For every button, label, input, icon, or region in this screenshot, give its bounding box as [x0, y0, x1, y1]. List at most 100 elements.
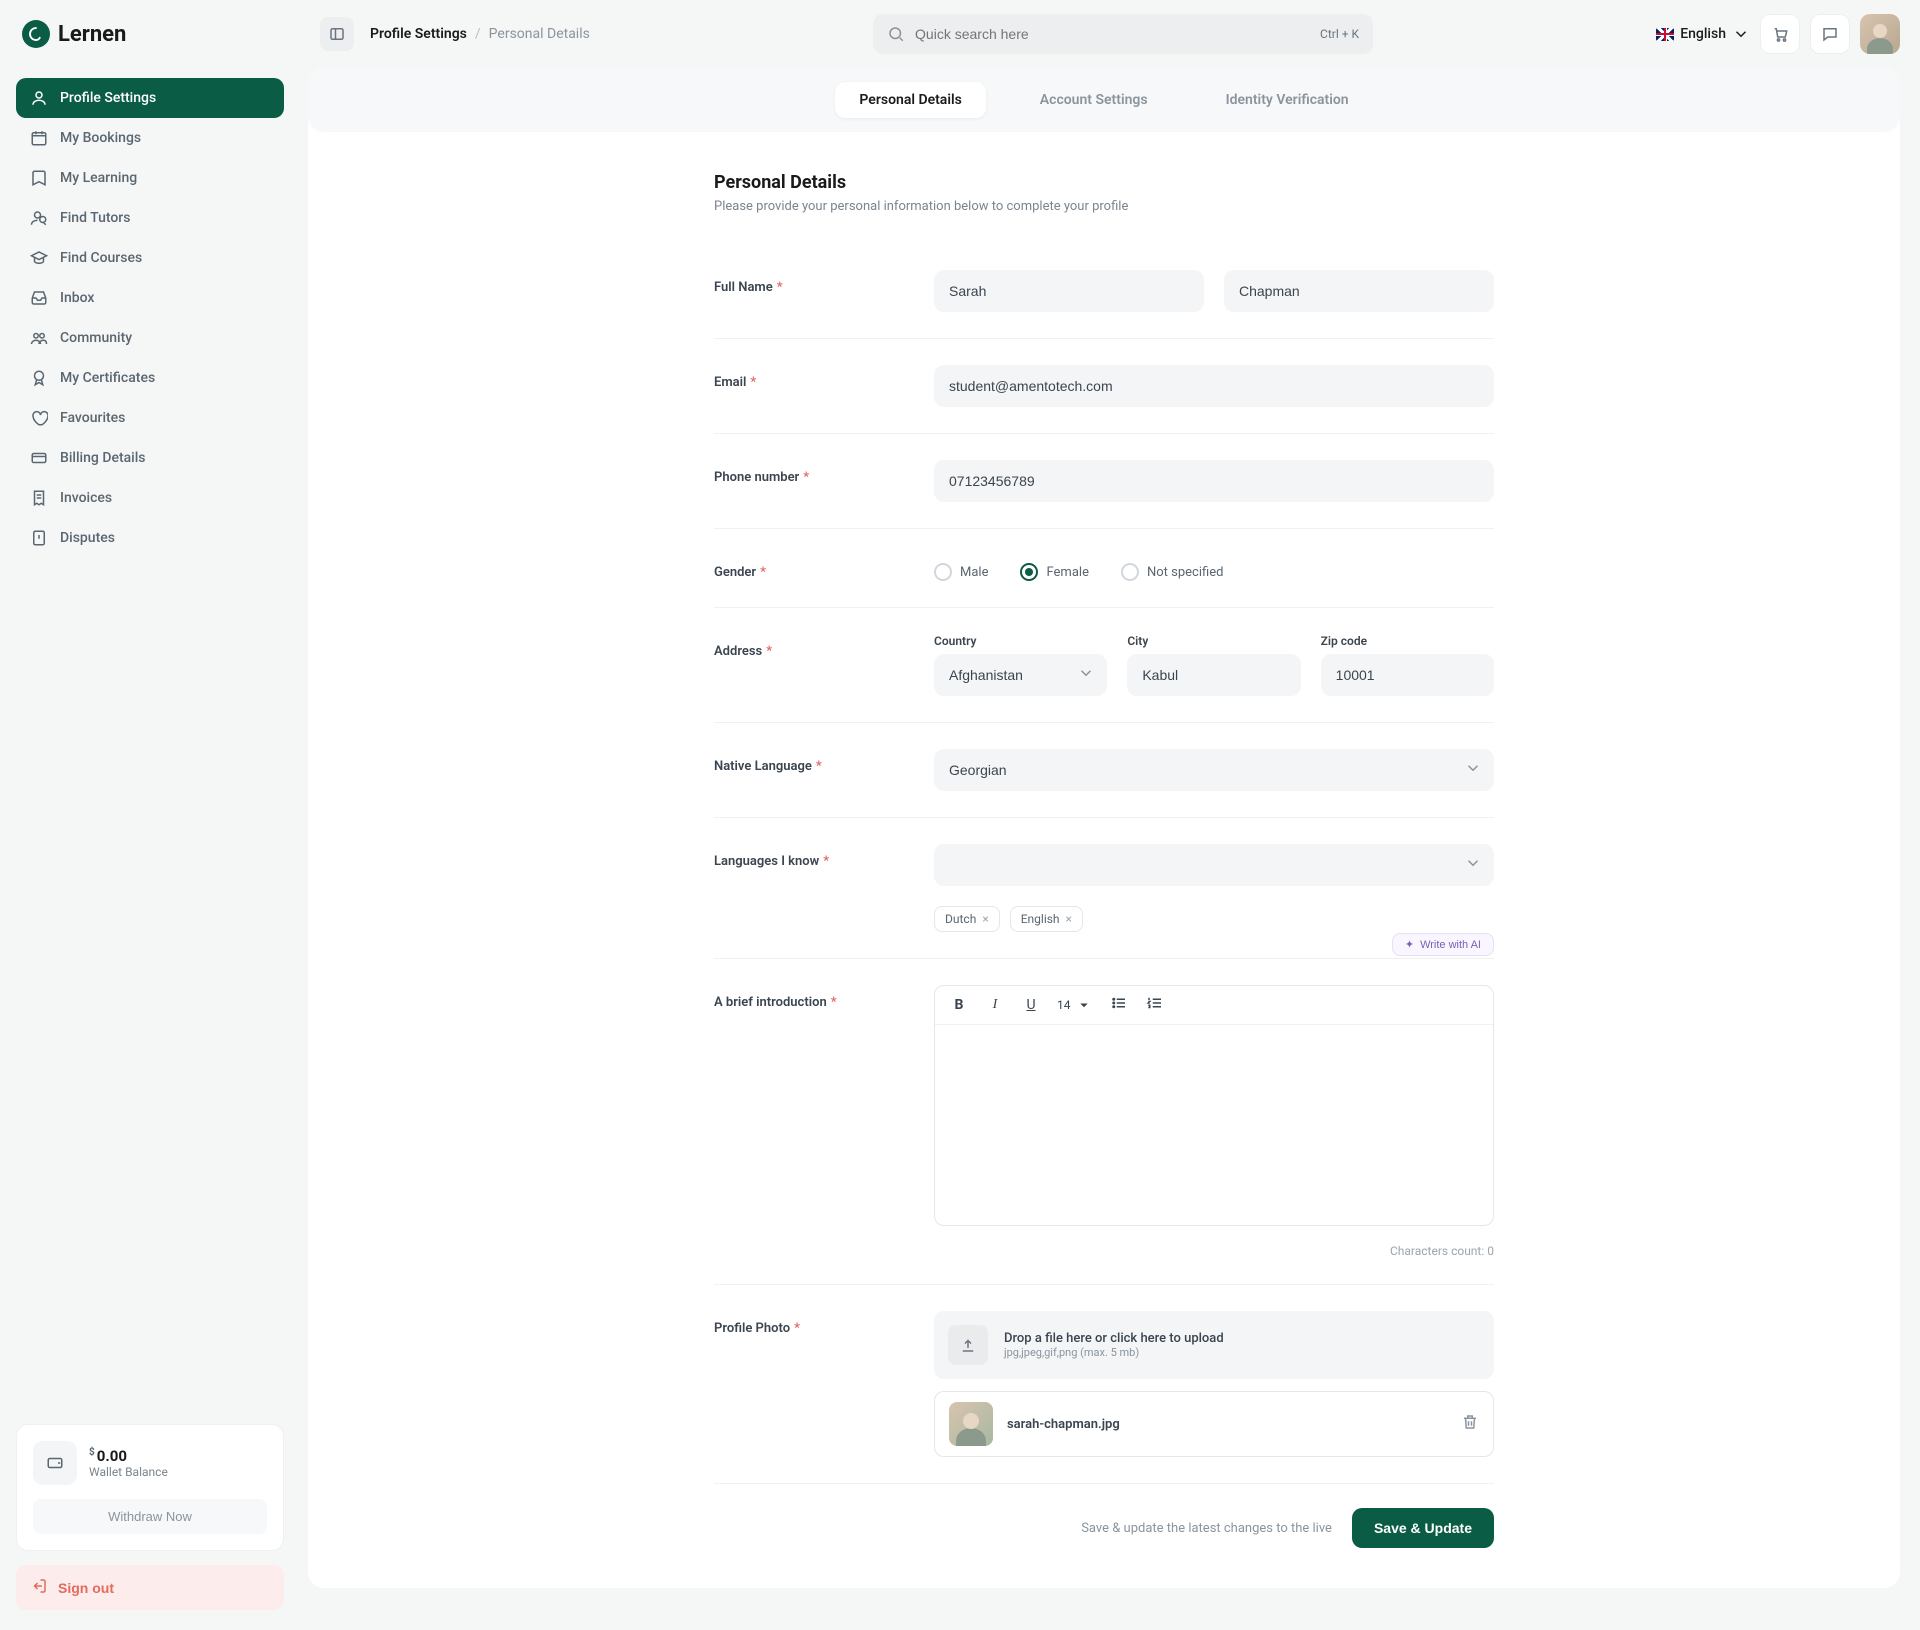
save-update-button[interactable]: Save & Update — [1352, 1508, 1494, 1548]
language-switcher[interactable]: English — [1656, 25, 1750, 43]
section-subtitle: Please provide your personal information… — [714, 199, 1494, 214]
last-name-input[interactable] — [1224, 270, 1494, 312]
inbox-icon — [30, 289, 48, 307]
sidebar-item-label: My Certificates — [60, 370, 155, 386]
sidebar-item-inbox[interactable]: Inbox — [16, 278, 284, 318]
user-icon — [30, 89, 48, 107]
label-country: Country — [934, 634, 1107, 648]
sidebar-toggle-button[interactable] — [320, 17, 354, 51]
underline-button[interactable]: U — [1021, 997, 1041, 1013]
sidebar-item-profile-settings[interactable]: Profile Settings — [16, 78, 284, 118]
sidebar-item-community[interactable]: Community — [16, 318, 284, 358]
bold-button[interactable]: B — [949, 997, 969, 1013]
file-name: sarah-chapman.jpg — [1007, 1417, 1447, 1432]
sidebar-item-find-courses[interactable]: Find Courses — [16, 238, 284, 278]
sidebar-item-my-learning[interactable]: My Learning — [16, 158, 284, 198]
sidebar-item-label: Disputes — [60, 530, 115, 546]
editor-body[interactable] — [935, 1025, 1493, 1225]
sidebar-item-label: Find Tutors — [60, 210, 130, 226]
label-profile-photo: Profile Photo* — [714, 1311, 904, 1457]
receipt-icon — [30, 489, 48, 507]
sidebar-item-label: Inbox — [60, 290, 94, 306]
bullet-list-button[interactable] — [1109, 994, 1129, 1016]
main: Profile Settings / Personal Details Ctrl… — [300, 0, 1920, 1630]
wallet-icon — [33, 1441, 77, 1485]
book-icon — [30, 169, 48, 187]
section-title: Personal Details — [714, 172, 1494, 193]
gender-radio-female[interactable]: Female — [1020, 563, 1088, 581]
remove-tag-icon[interactable]: × — [982, 912, 988, 926]
cart-icon — [1771, 25, 1789, 43]
write-with-ai-button[interactable]: ✦ Write with AI — [1392, 933, 1494, 956]
breadcrumb: Profile Settings / Personal Details — [370, 26, 590, 42]
sparkle-icon: ✦ — [1405, 938, 1414, 951]
logo-mark-icon — [22, 20, 50, 48]
upload-hint: jpg,jpeg,gif,png (max. 5 mb) — [1004, 1346, 1224, 1359]
rich-text-editor: B I U 14 — [934, 985, 1494, 1226]
chevron-down-icon — [1732, 25, 1750, 43]
alert-icon — [30, 529, 48, 547]
sidebar-item-find-tutors[interactable]: Find Tutors — [16, 198, 284, 238]
delete-file-button[interactable] — [1461, 1413, 1479, 1435]
chevron-down-icon — [1464, 854, 1482, 876]
remove-tag-icon[interactable]: × — [1066, 912, 1072, 926]
photo-upload-dropzone[interactable]: Drop a file here or click here to upload… — [934, 1311, 1494, 1379]
sidebar-item-favourites[interactable]: Favourites — [16, 398, 284, 438]
sidebar-item-my-certificates[interactable]: My Certificates — [16, 358, 284, 398]
wallet-amount: $0.00 — [89, 1447, 168, 1465]
sidebar-item-invoices[interactable]: Invoices — [16, 478, 284, 518]
label-languages: Languages I know* — [714, 844, 904, 932]
label-full-name: Full Name* — [714, 270, 904, 312]
panel-icon — [328, 25, 346, 43]
zip-input[interactable] — [1321, 654, 1494, 696]
ordered-list-button[interactable] — [1145, 994, 1165, 1016]
file-thumbnail — [949, 1402, 993, 1446]
language-tags: Dutch× English× — [934, 906, 1494, 932]
tab-account-settings[interactable]: Account Settings — [1016, 82, 1172, 118]
language-tag: Dutch× — [934, 906, 1000, 932]
brand-logo[interactable]: Lernen — [16, 20, 284, 48]
character-count: Characters count: 0 — [934, 1244, 1494, 1258]
messages-button[interactable] — [1810, 14, 1850, 54]
signout-button[interactable]: Sign out — [16, 1565, 284, 1610]
sidebar-item-label: Community — [60, 330, 132, 346]
city-input[interactable] — [1127, 654, 1300, 696]
user-avatar[interactable] — [1860, 14, 1900, 54]
gender-radio-male[interactable]: Male — [934, 563, 988, 581]
italic-button[interactable]: I — [985, 997, 1005, 1013]
settings-card: Personal Details Account Settings Identi… — [308, 68, 1900, 1588]
graduation-icon — [30, 249, 48, 267]
sidebar-item-label: Favourites — [60, 410, 125, 426]
calendar-icon — [30, 129, 48, 147]
tab-personal-details[interactable]: Personal Details — [835, 82, 985, 118]
search-input-wrap[interactable]: Ctrl + K — [873, 14, 1373, 54]
email-input[interactable] — [934, 365, 1494, 407]
font-size-select[interactable]: 14 — [1057, 996, 1093, 1014]
search-input[interactable] — [915, 26, 1310, 42]
native-language-select[interactable] — [934, 749, 1494, 791]
breadcrumb-parent[interactable]: Profile Settings — [370, 26, 467, 42]
heart-icon — [30, 409, 48, 427]
withdraw-button[interactable]: Withdraw Now — [33, 1499, 267, 1534]
languages-select[interactable] — [934, 844, 1494, 886]
first-name-input[interactable] — [934, 270, 1204, 312]
sidebar-item-billing-details[interactable]: Billing Details — [16, 438, 284, 478]
sidebar-item-disputes[interactable]: Disputes — [16, 518, 284, 558]
sidebar-item-label: Invoices — [60, 490, 112, 506]
cart-button[interactable] — [1760, 14, 1800, 54]
sidebar-item-my-bookings[interactable]: My Bookings — [16, 118, 284, 158]
tab-identity-verification[interactable]: Identity Verification — [1202, 82, 1373, 118]
label-city: City — [1127, 634, 1300, 648]
signout-icon — [30, 1577, 48, 1598]
label-address: Address* — [714, 634, 904, 696]
brand-name: Lernen — [58, 22, 126, 47]
sidebar-item-label: Billing Details — [60, 450, 146, 466]
label-gender: Gender* — [714, 555, 904, 581]
country-select[interactable] — [934, 654, 1107, 696]
sidebar-item-label: My Bookings — [60, 130, 141, 146]
gender-radio-unspecified[interactable]: Not specified — [1121, 563, 1223, 581]
phone-input[interactable] — [934, 460, 1494, 502]
community-icon — [30, 329, 48, 347]
chat-icon — [1821, 25, 1839, 43]
breadcrumb-current: Personal Details — [489, 26, 590, 42]
